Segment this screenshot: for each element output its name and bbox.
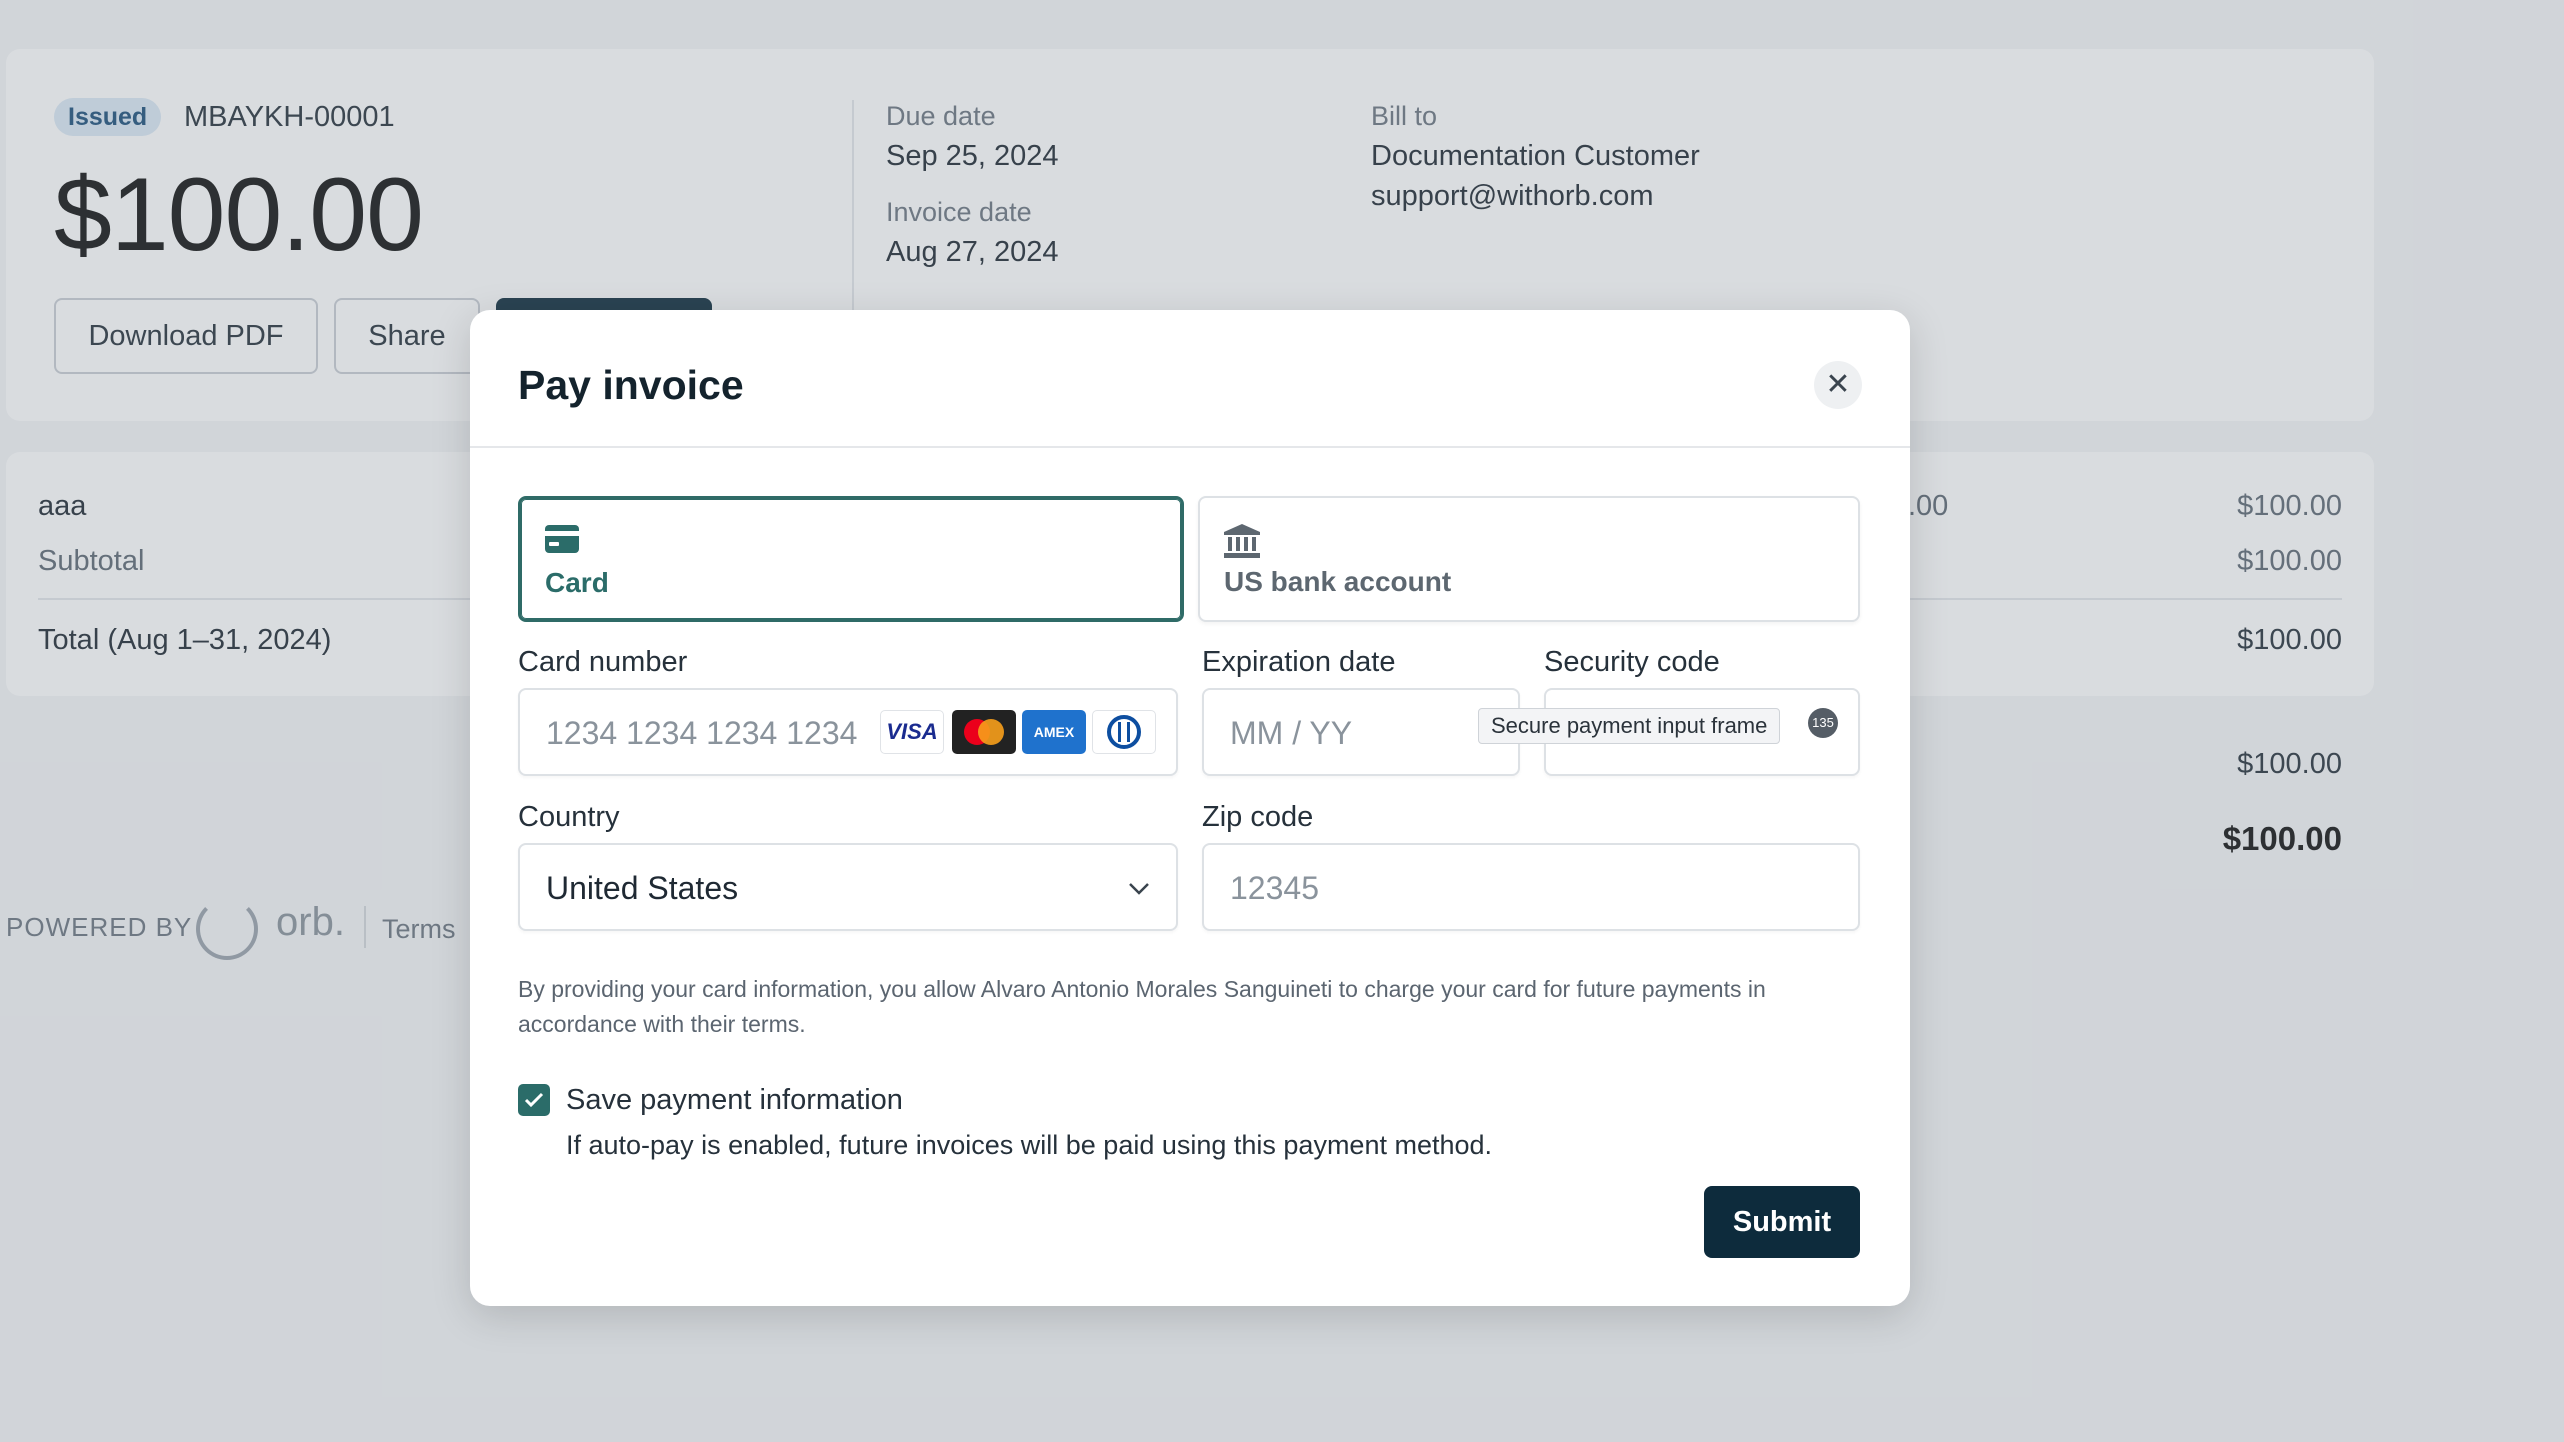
tab-card[interactable]: Card xyxy=(518,496,1184,622)
zip-code-placeholder: 12345 xyxy=(1230,870,1319,906)
zip-code-field[interactable]: 12345 xyxy=(1202,843,1860,931)
tooltip-badge: 135 xyxy=(1808,708,1838,738)
country-select[interactable]: United States xyxy=(518,843,1178,931)
visa-icon: VISA xyxy=(880,710,944,754)
card-number-field[interactable]: 1234 1234 1234 1234 VISA AMEX xyxy=(518,688,1178,776)
payment-disclaimer: By providing your card information, you … xyxy=(518,976,1766,1037)
country-label: Country xyxy=(518,801,620,833)
mastercard-icon xyxy=(952,710,1016,754)
zip-code-label: Zip code xyxy=(1202,801,1314,833)
checkmark-icon xyxy=(524,1092,544,1108)
close-icon: ✕ xyxy=(1825,368,1851,401)
pay-invoice-modal: Pay invoice ✕ Card US bank account Card … xyxy=(470,310,1910,1306)
country-value: United States xyxy=(546,870,739,906)
modal-title: Pay invoice xyxy=(518,362,744,408)
expiration-placeholder: MM / YY xyxy=(1230,715,1353,751)
divider xyxy=(470,446,1910,448)
expiration-date-field[interactable]: MM / YY xyxy=(1202,688,1520,776)
secure-frame-tooltip: Secure payment input frame xyxy=(1478,708,1781,744)
card-number-placeholder: 1234 1234 1234 1234 xyxy=(546,715,858,751)
tab-bank-label: US bank account xyxy=(1224,566,1452,597)
save-payment-label: Save payment information xyxy=(566,1084,903,1116)
tab-card-label: Card xyxy=(545,567,609,598)
diners-club-icon xyxy=(1092,710,1156,754)
amex-icon: AMEX xyxy=(1022,710,1086,754)
save-payment-help: If auto-pay is enabled, future invoices … xyxy=(566,1130,1493,1160)
credit-card-icon xyxy=(545,525,579,558)
card-number-label: Card number xyxy=(518,646,688,678)
tab-us-bank-account[interactable]: US bank account xyxy=(1198,496,1860,622)
bank-icon xyxy=(1224,524,1260,563)
close-button[interactable]: ✕ xyxy=(1814,361,1862,409)
expiration-date-label: Expiration date xyxy=(1202,646,1396,678)
chevron-down-icon xyxy=(1128,877,1150,899)
submit-button[interactable]: Submit xyxy=(1704,1186,1860,1258)
save-payment-checkbox[interactable] xyxy=(518,1084,550,1116)
security-code-label: Security code xyxy=(1544,646,1720,678)
